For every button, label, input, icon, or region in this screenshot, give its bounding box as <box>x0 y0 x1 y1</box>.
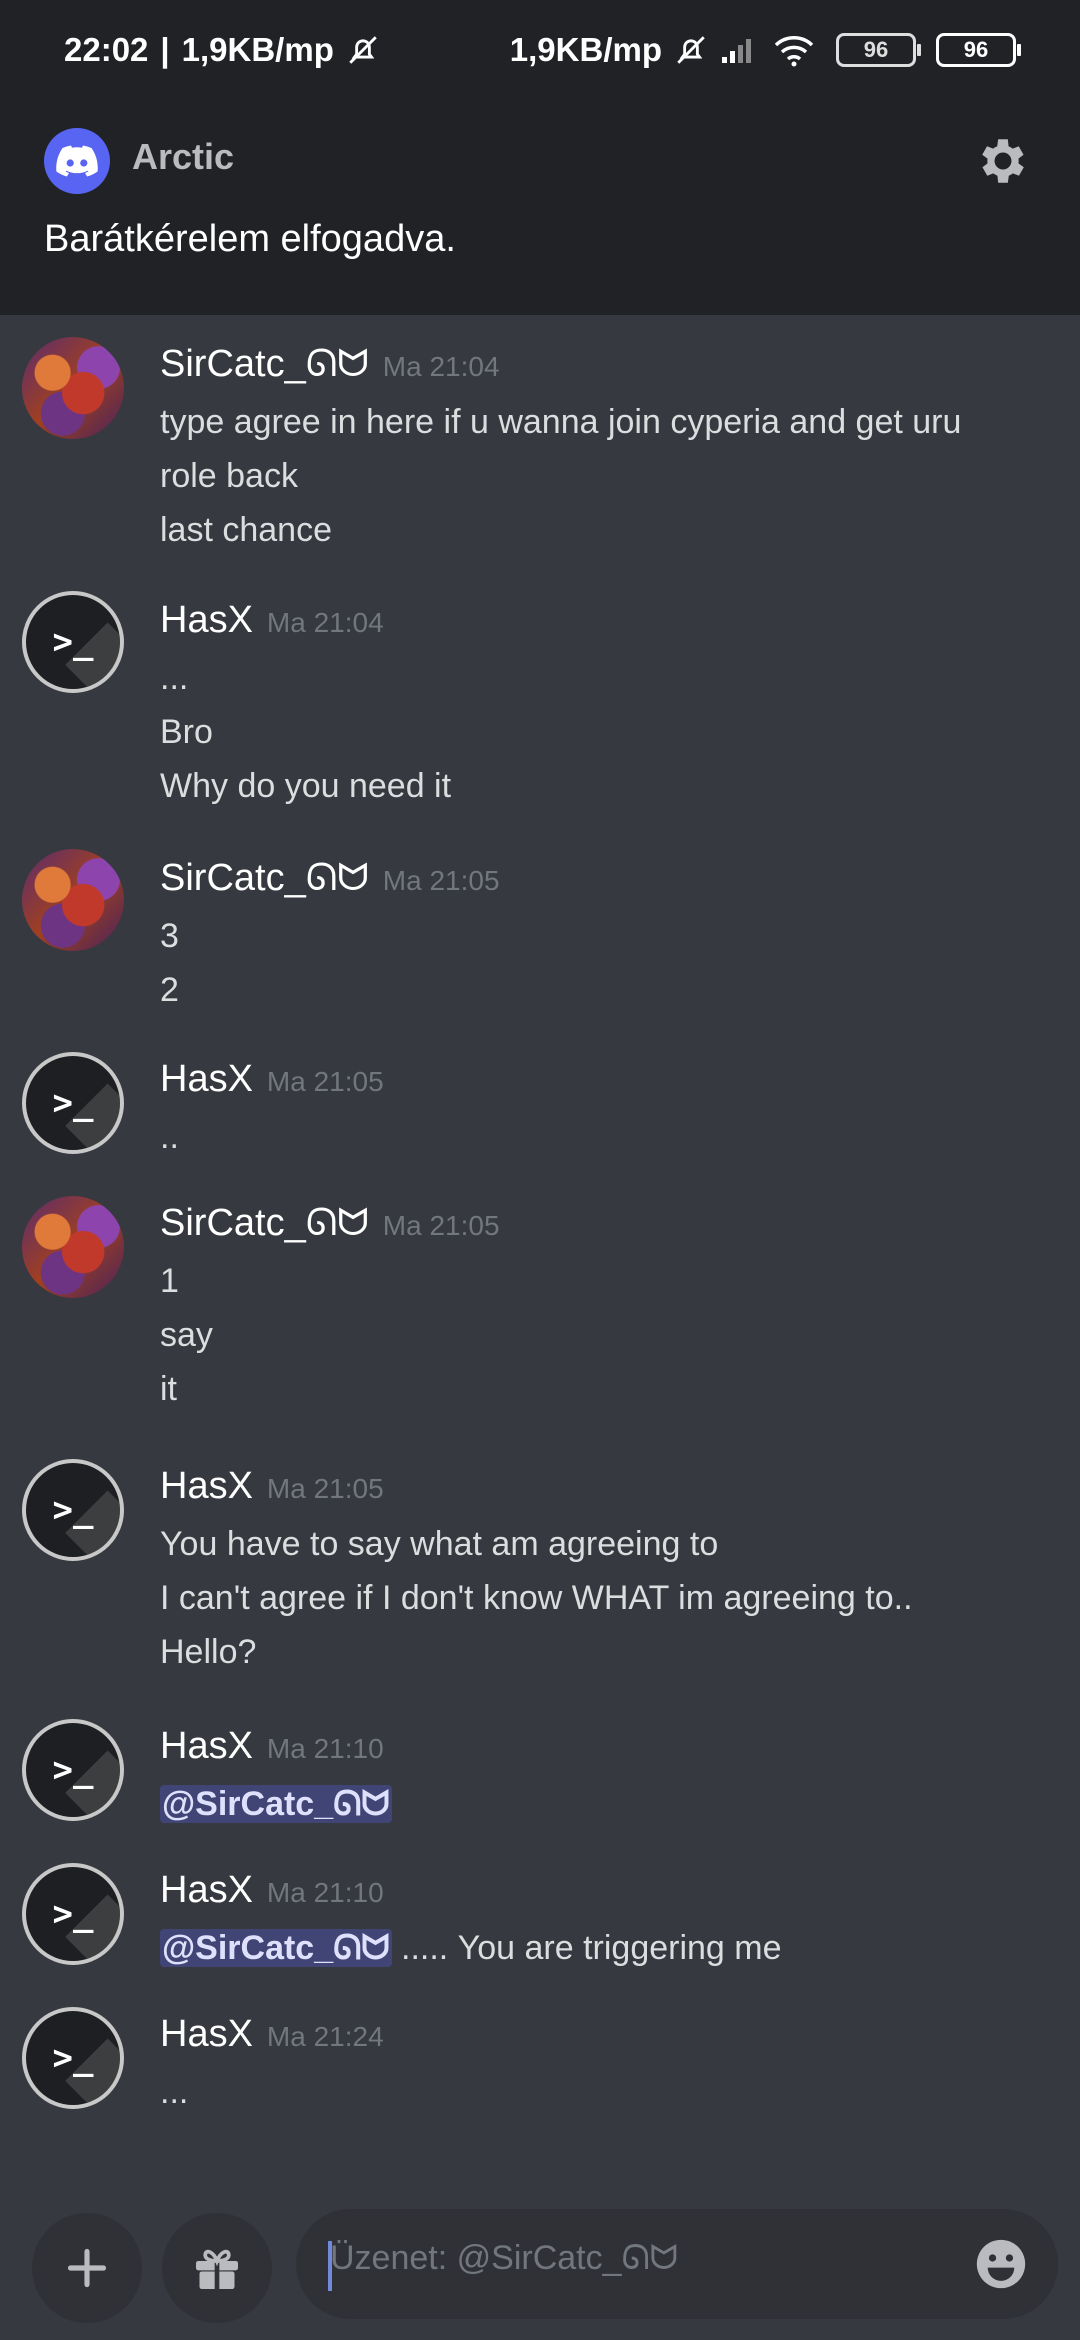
message-timestamp: Ma 21:04 <box>382 351 500 382</box>
message-timestamp: Ma 21:10 <box>266 1733 384 1764</box>
app-name: Arctic <box>132 136 235 177</box>
avatar[interactable]: >_ <box>22 1459 124 1561</box>
message-timestamp: Ma 21:10 <box>266 1877 384 1908</box>
message-composer: Üzenet: @SirCatc_ᘏᗢ <box>0 2185 1080 2340</box>
message-content: type agree in here if u wanna join cyper… <box>160 395 1040 557</box>
message-input[interactable]: Üzenet: @SirCatc_ᘏᗢ <box>296 2209 1058 2319</box>
message-line: Why do you need it <box>160 767 452 805</box>
message-line: ... <box>160 659 189 697</box>
settings-gear-icon[interactable] <box>972 130 1034 192</box>
gift-button[interactable] <box>162 2213 272 2323</box>
message-content: 3 2 <box>160 909 1040 1017</box>
message-author[interactable]: HasX Ma 21:05 <box>160 1465 384 1508</box>
message-author[interactable]: HasX Ma 21:10 <box>160 1725 384 1768</box>
avatar[interactable]: >_ <box>22 1719 124 1821</box>
message-line: role back <box>160 457 298 495</box>
battery-icon: 96 <box>936 33 1021 67</box>
message-line: 3 <box>160 917 179 955</box>
avatar[interactable]: >_ <box>22 1052 124 1154</box>
message-content: You have to say what am agreeing to I ca… <box>160 1517 1040 1679</box>
terminal-prompt-icon: >_ <box>52 1894 94 1934</box>
terminal-prompt-icon: >_ <box>52 2038 94 2078</box>
message-timestamp: Ma 21:24 <box>266 2021 384 2052</box>
avatar[interactable]: >_ <box>22 591 124 693</box>
message-line: Hello? <box>160 1633 257 1671</box>
status-bar-right: 1,9KB/mp 96 96 <box>509 31 1021 69</box>
message-line: You have to say what am agreeing to <box>160 1525 719 1563</box>
message-content: 1 say it <box>160 1254 1040 1416</box>
message-author[interactable]: HasX Ma 21:24 <box>160 2013 384 2056</box>
wifi-icon <box>772 33 816 67</box>
message-line: say <box>160 1316 213 1354</box>
message-line: Bro <box>160 713 213 751</box>
avatar[interactable] <box>22 1196 124 1298</box>
message-line: type agree in here if u wanna join cyper… <box>160 403 962 441</box>
message-timestamp: Ma 21:05 <box>382 1210 500 1241</box>
friend-request-notice: Barátkérelem elfogadva. <box>44 218 456 260</box>
user-mention[interactable]: @SirCatc_ᘏᗢ <box>160 1929 392 1967</box>
message-author[interactable]: SirCatc_ᘏᗢ Ma 21:04 <box>160 343 500 386</box>
plus-icon <box>67 2248 107 2288</box>
message-input-placeholder: Üzenet: @SirCatc_ᘏᗢ <box>330 2239 678 2277</box>
message-line: ... <box>160 2073 189 2111</box>
message-content: ... <box>160 2065 1040 2119</box>
message-line: last chance <box>160 511 332 549</box>
message-author[interactable]: HasX Ma 21:10 <box>160 1869 384 1912</box>
message-author[interactable]: HasX Ma 21:04 <box>160 599 384 642</box>
terminal-prompt-icon: >_ <box>52 622 94 662</box>
status-bar-left: 22:02 | 1,9KB/mp <box>64 31 380 69</box>
message-content: .. <box>160 1110 1040 1164</box>
bell-muted-icon <box>346 33 380 67</box>
message-timestamp: Ma 21:05 <box>266 1473 384 1504</box>
message-line: .. <box>160 1118 179 1156</box>
message-timestamp: Ma 21:05 <box>382 865 500 896</box>
message-timestamp: Ma 21:04 <box>266 607 384 638</box>
avatar[interactable]: >_ <box>22 1863 124 1965</box>
user-mention[interactable]: @SirCatc_ᘏᗢ <box>160 1785 392 1823</box>
bell-muted-icon <box>674 33 708 67</box>
status-bar: 22:02 | 1,9KB/mp 1,9KB/mp 96 96 <box>0 0 1080 100</box>
message-content: @SirCatc_ᘏᗢ ..... You are triggering me <box>160 1921 1040 1975</box>
attach-plus-button[interactable] <box>32 2213 142 2323</box>
network-speed-right: 1,9KB/mp <box>509 31 662 68</box>
avatar[interactable]: >_ <box>22 2007 124 2109</box>
signal-icon <box>720 35 760 65</box>
message-line: 2 <box>160 971 179 1009</box>
message-content: ... Bro Why do you need it <box>160 651 1040 813</box>
clock: 22:02 <box>64 31 149 68</box>
avatar[interactable] <box>22 849 124 951</box>
message-author[interactable]: SirCatc_ᘏᗢ Ma 21:05 <box>160 1202 500 1245</box>
message-line: it <box>160 1370 177 1408</box>
message-content: @SirCatc_ᘏᗢ <box>160 1777 1040 1831</box>
battery-saver-icon: 96 <box>836 33 921 67</box>
message-line: 1 <box>160 1262 179 1300</box>
terminal-prompt-icon: >_ <box>52 1750 94 1790</box>
message-author[interactable]: HasX Ma 21:05 <box>160 1058 384 1101</box>
status-separator: | <box>160 31 170 68</box>
emoji-icon[interactable] <box>972 2235 1030 2293</box>
message-author[interactable]: SirCatc_ᘏᗢ Ma 21:05 <box>160 857 500 900</box>
terminal-prompt-icon: >_ <box>52 1490 94 1530</box>
message-line: I can't agree if I don't know WHAT im ag… <box>160 1579 913 1617</box>
dm-header: Arctic Barátkérelem elfogadva. <box>0 100 1080 315</box>
message-line: @SirCatc_ᘏᗢ <box>160 1777 1040 1831</box>
message-timestamp: Ma 21:05 <box>266 1066 384 1097</box>
gift-icon <box>196 2249 238 2289</box>
terminal-prompt-icon: >_ <box>52 1083 94 1123</box>
network-speed-left: 1,9KB/mp <box>181 31 334 68</box>
message-list[interactable]: SirCatc_ᘏᗢ Ma 21:04 type agree in here if… <box>0 315 1080 2185</box>
discord-logo-icon <box>44 128 110 194</box>
avatar[interactable] <box>22 337 124 439</box>
message-line: @SirCatc_ᘏᗢ ..... You are triggering me <box>160 1929 782 1967</box>
